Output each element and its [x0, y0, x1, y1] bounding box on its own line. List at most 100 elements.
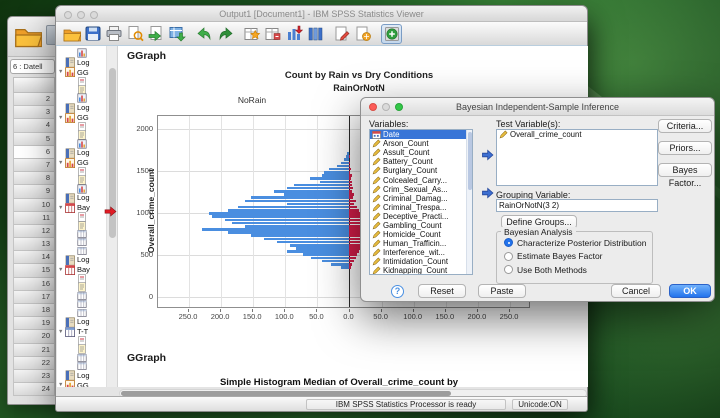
row-header-15[interactable]: 15 — [13, 264, 55, 278]
cancel-button[interactable]: Cancel — [611, 284, 661, 298]
open-icon[interactable] — [61, 24, 82, 44]
outline-child-chart[interactable] — [57, 93, 106, 103]
print-icon[interactable] — [103, 24, 124, 44]
radio-icon[interactable] — [504, 265, 513, 275]
undo-icon[interactable] — [193, 24, 214, 44]
variable-item[interactable]: Homicide_Count — [370, 230, 472, 239]
save-icon[interactable] — [82, 24, 103, 44]
outline-child-table[interactable] — [57, 362, 106, 371]
variables-scrollbar[interactable] — [466, 130, 472, 274]
variable-item[interactable]: Human_Trafficin... — [370, 239, 472, 248]
expander-icon[interactable]: ▼ — [58, 160, 65, 166]
designate-window-icon[interactable] — [352, 24, 373, 44]
test-variable-item[interactable]: Overall_crime_count — [497, 130, 657, 139]
goto-variable-icon[interactable] — [262, 24, 283, 44]
row-header-24[interactable]: 24 — [13, 383, 55, 397]
row-header-13[interactable]: 13 — [13, 238, 55, 252]
outline-item-log[interactable]: Log — [57, 193, 106, 203]
expander-icon[interactable]: ▼ — [58, 267, 65, 273]
move-to-test-arrow-icon[interactable] — [480, 148, 495, 162]
row-header-20[interactable]: 20 — [13, 330, 55, 344]
row-header-16[interactable]: 16 — [13, 277, 55, 291]
edit-output-icon[interactable] — [331, 24, 352, 44]
variable-item[interactable]: Arson_Count — [370, 139, 472, 148]
row-header-10[interactable]: 10 — [13, 198, 55, 212]
expander-icon[interactable]: ▼ — [58, 205, 65, 211]
outline-item-log[interactable]: Log — [57, 317, 106, 327]
print-preview-icon[interactable] — [124, 24, 145, 44]
outline-pane[interactable]: Log ▼ GG Log ▼ GG Log ▼ GG Log ▼ Bay Log ▼ Bay Log ▼ T-T L… — [57, 46, 107, 387]
row-header-18[interactable]: 18 — [13, 304, 55, 318]
priors-button[interactable]: Priors... — [658, 141, 712, 155]
outline-child-chart[interactable] — [57, 48, 106, 58]
row-header-9[interactable]: 9 — [13, 185, 55, 199]
expander-icon[interactable]: ▼ — [58, 69, 65, 75]
row-header-11[interactable]: 11 — [13, 211, 55, 225]
outline-item-log[interactable]: Log — [57, 148, 106, 158]
row-header-2[interactable]: 2 — [13, 93, 55, 107]
recall-dialog-icon[interactable] — [166, 24, 187, 44]
variable-item[interactable]: Colcealed_Carry... — [370, 175, 472, 185]
help-button[interactable]: ? — [391, 285, 404, 298]
variable-item[interactable]: Date — [370, 130, 472, 140]
row-header-12[interactable]: 12 — [13, 224, 55, 239]
row-header-21[interactable]: 21 — [13, 343, 55, 357]
row-header-7[interactable]: 7 — [13, 158, 55, 173]
test-variables-box[interactable]: Overall_crime_count — [496, 129, 658, 186]
zoom-icon[interactable] — [90, 10, 98, 19]
variable-item[interactable]: Kidnapping_Count — [370, 266, 472, 274]
row-header-22[interactable]: 22 — [13, 356, 55, 370]
variables-icon[interactable] — [283, 24, 304, 44]
minimize-icon[interactable] — [77, 10, 85, 19]
row-header-3[interactable]: 3 — [13, 106, 55, 120]
outline-child-chart[interactable] — [57, 138, 106, 149]
variable-item[interactable]: Assult_Count — [370, 148, 472, 157]
row-header-6[interactable]: 6 — [13, 145, 55, 159]
outline-item-gg[interactable]: ▼ GG — [57, 380, 106, 387]
viewer-titlebar[interactable]: Output1 [Document1] - IBM SPSS Statistic… — [56, 6, 587, 22]
goto-case-icon[interactable] — [241, 24, 262, 44]
outline-item-log[interactable]: Log — [57, 370, 106, 381]
outline-child-table[interactable] — [57, 246, 106, 255]
row-header-5[interactable]: 5 — [13, 132, 55, 146]
row-header-17[interactable]: 17 — [13, 290, 55, 304]
row-header-19[interactable]: 19 — [13, 317, 55, 331]
radio-icon[interactable] — [504, 251, 513, 261]
variable-item[interactable]: Intimidation_Count — [370, 257, 472, 266]
variables-list[interactable]: Date Arson_Count Assult_Count Battery_Count… — [369, 129, 473, 275]
variable-item[interactable]: Gambling_Count — [370, 221, 472, 230]
show-all-icon[interactable] — [304, 24, 325, 44]
criteria-button[interactable]: Criteria... — [658, 119, 712, 133]
outline-item-log[interactable]: Log — [57, 255, 106, 265]
outline-item-log[interactable]: Log — [57, 57, 106, 68]
move-to-grouping-arrow-icon[interactable] — [480, 186, 495, 200]
expander-icon[interactable]: ▼ — [58, 115, 65, 121]
close-icon[interactable] — [369, 103, 377, 111]
expander-icon[interactable]: ▼ — [58, 329, 65, 335]
expander-icon[interactable]: ▼ — [58, 382, 65, 387]
row-header-8[interactable]: 8 — [13, 172, 55, 186]
zoom-icon[interactable] — [395, 103, 403, 111]
radio-option-0[interactable]: Characterize Posterior Distribution — [497, 236, 652, 250]
variable-item[interactable]: Battery_Count — [370, 157, 472, 166]
ok-button[interactable]: OK — [669, 284, 711, 298]
outline-child-chart[interactable] — [57, 184, 106, 194]
row-header-4[interactable]: 4 — [13, 119, 55, 133]
variable-item[interactable]: Interference_wit... — [370, 248, 472, 257]
variable-item[interactable]: Burglary_Count — [370, 166, 472, 175]
insert-object-icon[interactable] — [381, 23, 402, 44]
reset-button[interactable]: Reset — [418, 284, 466, 298]
variable-item[interactable]: Crim_Sexual_As... — [370, 185, 472, 194]
variable-item[interactable]: Criminal_Damag... — [370, 194, 472, 203]
open-data-icon[interactable] — [14, 22, 43, 48]
radio-option-1[interactable]: Estimate Bayes Factor — [497, 250, 652, 264]
bayes-factor-button[interactable]: Bayes Factor... — [658, 163, 712, 188]
grouping-variable-field[interactable]: RainOrNotN(3 2) — [496, 199, 658, 212]
radio-icon[interactable] — [504, 238, 513, 248]
dialog-titlebar[interactable]: Bayesian Independent-Sample Inference — [361, 98, 714, 116]
cell-reference-box[interactable]: 6 : Datell — [10, 59, 55, 74]
row-header-14[interactable]: 14 — [13, 251, 55, 265]
variable-item[interactable]: Deceptive_Practi... — [370, 212, 472, 221]
radio-option-2[interactable]: Use Both Methods — [497, 263, 652, 277]
export-icon[interactable] — [145, 24, 166, 44]
